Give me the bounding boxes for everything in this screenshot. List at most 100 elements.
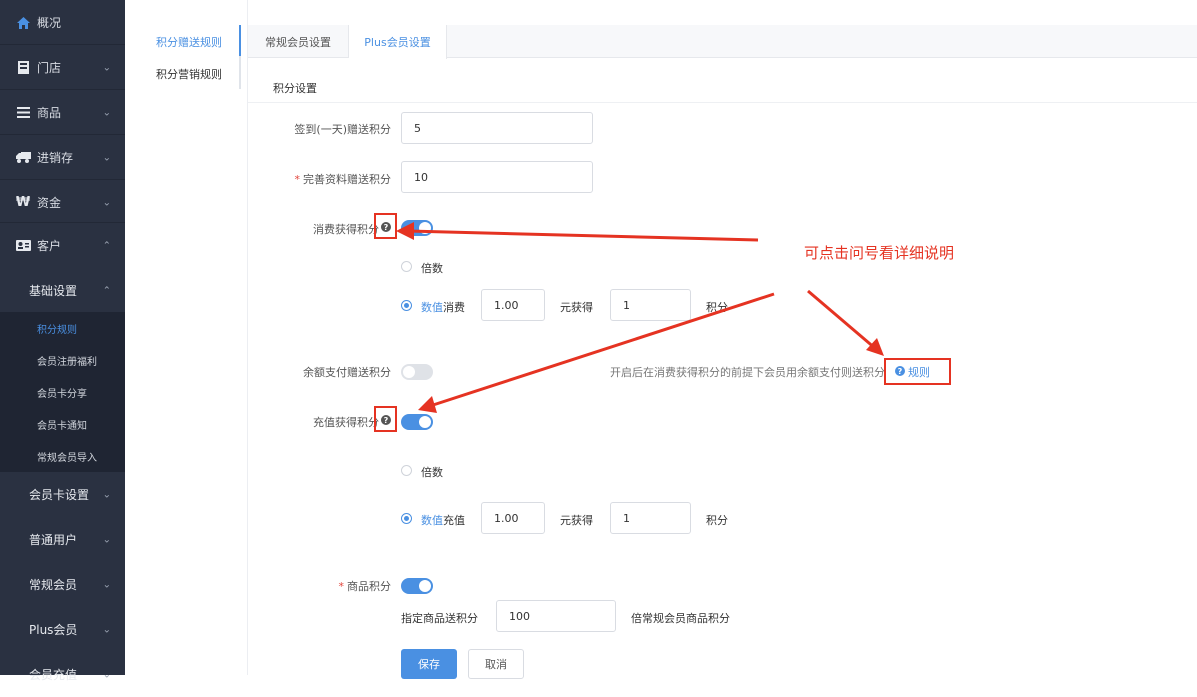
divider (248, 102, 1197, 103)
menu-icon (14, 106, 32, 120)
sidebar-leaf-register-benefits[interactable]: 会员注册福利 (0, 344, 125, 376)
sidebar-group-label: 基础设置 (29, 284, 78, 298)
sidebar-leaf-label: 积分规则 (37, 324, 77, 336)
sidebar-group-label: Plus会员 (29, 623, 78, 637)
tab-plus-member-settings[interactable]: Plus会员设置 (349, 25, 447, 59)
profile-points-label: * 完善资料赠送积分 (258, 171, 392, 187)
sidebar-item-label: 商品 (37, 106, 62, 120)
recharge-multiple-radio[interactable] (401, 465, 412, 476)
recharge-points-input[interactable]: 1 (610, 502, 691, 534)
sidebar-group-label: 普通用户 (29, 533, 78, 547)
chevron-down-icon: ⌄ (102, 107, 111, 118)
balance-points-label: 余额支付赠送积分 (303, 366, 391, 379)
recharge-points-toggle[interactable] (401, 414, 433, 430)
sidebar-group-plus-members[interactable]: Plus会员 ⌄ (0, 607, 125, 652)
sidebar-item-customer[interactable]: 客户 ⌃ (0, 223, 125, 268)
sidebar-item-goods[interactable]: 商品 ⌄ (0, 90, 125, 135)
tab-label: Plus会员设置 (364, 36, 431, 49)
chevron-up-icon: ⌃ (102, 285, 111, 296)
main-content: 常规会员设置 Plus会员设置 积分设置 签到(一天)赠送积分 5 * 完善资料赠… (247, 0, 1197, 679)
tab-regular-member-settings[interactable]: 常规会员设置 (248, 25, 349, 58)
chevron-down-icon: ⌄ (102, 62, 111, 73)
section-title: 积分设置 (273, 82, 317, 95)
goods-points-toggle[interactable] (401, 578, 433, 594)
store-icon (14, 61, 32, 75)
secondary-menu: 积分赠送规则 积分营销规则 (125, 0, 247, 675)
goods-suffix: 倍常规会员商品积分 (631, 612, 730, 625)
profile-points-label-text: 完善资料赠送积分 (303, 173, 391, 186)
chevron-down-icon: ⌄ (102, 197, 111, 208)
goods-specify-label: 指定商品送积分 (401, 612, 478, 625)
recharge-multiple-label: 倍数 (421, 466, 443, 479)
annotation-text: 可点击问号看详细说明 (804, 244, 955, 262)
chevron-down-icon: ⌄ (102, 534, 111, 545)
annotation-highlight-box (374, 406, 397, 432)
sidebar-group-card-settings[interactable]: 会员卡设置 ⌄ (0, 472, 125, 517)
balance-hint-text: 开启后在消费获得积分的前提下会员用余额支付则送积分 (610, 366, 885, 379)
sidebar-item-label: 概况 (37, 16, 62, 30)
required-mark: * (338, 580, 345, 593)
recharge-value-radio[interactable] (401, 513, 412, 524)
recharge-amount-input[interactable]: 1.00 (481, 502, 545, 534)
submenu-item-points-gift-rules[interactable]: 积分赠送规则 (125, 25, 240, 58)
sidebar-group-basic-settings[interactable]: 基础设置 ⌃ (0, 268, 125, 313)
signin-points-label: 签到(一天)赠送积分 (294, 123, 391, 136)
consume-mid: 元获得 (560, 301, 593, 314)
signin-points-input[interactable]: 5 (401, 112, 593, 144)
sidebar-leaf-card-share[interactable]: 会员卡分享 (0, 376, 125, 408)
sidebar-item-inventory[interactable]: 进销存 ⌄ (0, 135, 125, 180)
recharge-value-option: 数值 (421, 514, 443, 527)
sidebar-item-label: 客户 (37, 239, 62, 253)
balance-points-toggle[interactable] (401, 364, 433, 380)
recharge-prefix: 充值 (443, 514, 465, 527)
recharge-mid: 元获得 (560, 514, 593, 527)
sidebar-leaf-label: 会员卡通知 (37, 420, 87, 432)
home-icon (14, 16, 32, 30)
consume-points-input[interactable]: 1 (610, 289, 691, 321)
sidebar-group-regular-members[interactable]: 常规会员 ⌄ (0, 562, 125, 607)
chevron-up-icon: ⌃ (102, 240, 111, 251)
sidebar: 概况 门店 ⌄ 商品 ⌄ 进销存 ⌄ ₩ 资金 ⌄ 客户 ⌃ 基础设置 ⌃ 积分… (0, 0, 125, 682)
consume-value-radio[interactable] (401, 300, 412, 311)
sidebar-leaf-member-import[interactable]: 常规会员导入 (0, 440, 125, 472)
sidebar-item-label: 门店 (37, 61, 62, 75)
submenu-item-points-marketing-rules[interactable]: 积分营销规则 (125, 57, 240, 90)
goods-points-input[interactable]: 100 (496, 600, 616, 632)
goods-points-label-text: 商品积分 (347, 580, 391, 593)
recharge-points-label: 充值获得积分 (313, 416, 379, 429)
sidebar-leaf-card-notify[interactable]: 会员卡通知 (0, 408, 125, 440)
annotation-highlight-box (374, 213, 397, 239)
consume-prefix: 消费 (443, 301, 465, 314)
sidebar-leaf-points-rules[interactable]: 积分规则 (0, 312, 125, 344)
tab-bar: 常规会员设置 Plus会员设置 (248, 25, 1197, 59)
sidebar-item-label: 进销存 (37, 151, 74, 165)
consume-points-toggle[interactable] (401, 220, 433, 236)
sidebar-leaf-label: 会员卡分享 (37, 388, 87, 400)
consume-value-option: 数值 (421, 301, 443, 314)
consume-multiple-radio[interactable] (401, 261, 412, 272)
consume-suffix: 积分 (706, 301, 728, 314)
truck-icon (14, 151, 32, 165)
consume-multiple-label: 倍数 (421, 262, 443, 275)
recharge-suffix: 积分 (706, 514, 728, 527)
required-mark: * (294, 173, 301, 186)
annotation-highlight-box (884, 358, 951, 385)
sidebar-item-overview[interactable]: 概况 (0, 0, 125, 45)
submenu-item-label: 积分营销规则 (156, 67, 222, 81)
sidebar-leaf-label: 常规会员导入 (37, 452, 97, 464)
chevron-down-icon: ⌄ (102, 579, 111, 590)
sidebar-group-label: 常规会员 (29, 578, 78, 592)
consume-amount-input[interactable]: 1.00 (481, 289, 545, 321)
sidebar-item-label: 资金 (37, 196, 62, 210)
submenu-item-label: 积分赠送规则 (156, 35, 222, 49)
currency-icon: ₩ (15, 195, 31, 210)
sidebar-item-store[interactable]: 门店 ⌄ (0, 45, 125, 90)
chevron-down-icon: ⌄ (102, 624, 111, 635)
sidebar-group-normal-users[interactable]: 普通用户 ⌄ (0, 517, 125, 562)
profile-points-input[interactable]: 10 (401, 161, 593, 193)
sidebar-leaf-label: 会员注册福利 (37, 356, 97, 368)
sidebar-item-funds[interactable]: ₩ 资金 ⌄ (0, 180, 125, 225)
id-card-icon (14, 239, 32, 253)
chevron-down-icon: ⌄ (102, 152, 111, 163)
consume-points-label: 消费获得积分 (313, 223, 379, 236)
